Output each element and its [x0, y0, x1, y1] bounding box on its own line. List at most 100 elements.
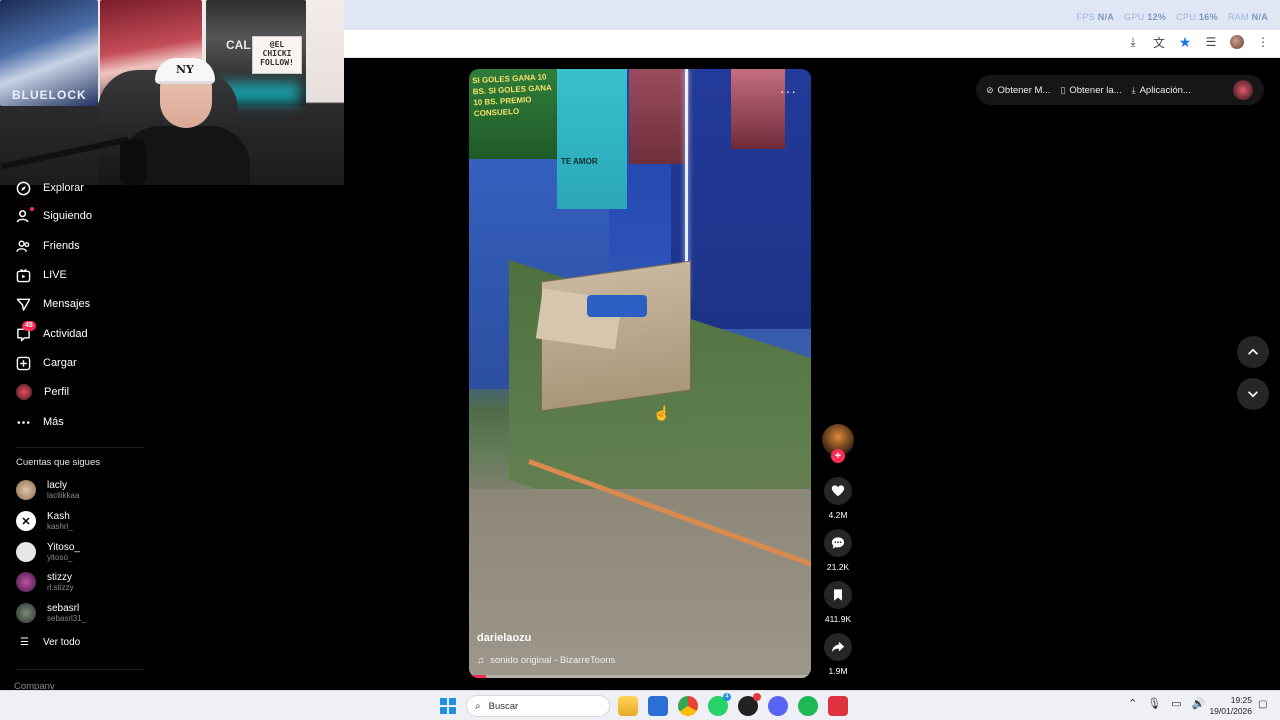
- video-scene-box-content: [587, 295, 647, 317]
- sidebar-item-perfil[interactable]: Perfil: [16, 381, 69, 403]
- app-icon[interactable]: [828, 696, 848, 716]
- following-item-yitoso[interactable]: Yitoso_ yitoso_: [16, 539, 80, 565]
- clock-time: 19:25: [1230, 695, 1252, 705]
- following-name: stizzy: [47, 572, 72, 583]
- video-author[interactable]: darielaozu: [477, 632, 531, 644]
- towel-text: TE AMOR: [561, 157, 598, 166]
- notification-dot: [30, 206, 34, 211]
- get-m-button[interactable]: ⊘ Obtener M...: [986, 85, 1050, 96]
- following-name: lacly: [47, 480, 68, 491]
- following-item-stizzy[interactable]: stizzy rl.stizzy: [16, 569, 74, 595]
- sidebar-item-siguiendo[interactable]: Siguiendo: [16, 205, 92, 227]
- bookmark-star-icon[interactable]: ★: [1178, 34, 1192, 50]
- heart-icon: [831, 485, 845, 497]
- sidebar-item-label: Perfil: [44, 386, 70, 398]
- next-video-button[interactable]: [1237, 378, 1269, 410]
- profile-avatar: [16, 384, 32, 400]
- store-icon[interactable]: [648, 696, 668, 716]
- comment-button[interactable]: [824, 529, 852, 557]
- app-button[interactable]: ⤓ Aplicación...: [1132, 85, 1191, 96]
- following-handle: rl.stizzy: [47, 583, 74, 592]
- upload-icon: [16, 356, 31, 371]
- messages-icon: [16, 297, 31, 312]
- follow-plus-icon[interactable]: +: [831, 449, 845, 463]
- get-la-button[interactable]: ▯ Obtener la...: [1060, 85, 1121, 96]
- activity-badge: 45: [22, 320, 36, 331]
- banner-text: SI GOLES GANA 10 BS. SI GOLES GANA 10 BS…: [471, 72, 552, 119]
- see-all-link[interactable]: ☰ Ver todo: [20, 637, 80, 648]
- profile-avatar-icon[interactable]: [1230, 35, 1244, 49]
- previous-video-button[interactable]: [1237, 336, 1269, 368]
- chevron-up-icon[interactable]: ⌃: [1128, 697, 1137, 710]
- video-music[interactable]: ♫ sonido original - BizarreToons: [477, 655, 615, 666]
- sidebar-item-explorar[interactable]: Explorar: [16, 177, 84, 199]
- reading-list-icon[interactable]: ☰: [1204, 35, 1218, 49]
- video-more-icon[interactable]: ···: [780, 83, 797, 99]
- share-count: 1.9M: [828, 666, 848, 676]
- sidebar-item-mas[interactable]: Más: [16, 411, 64, 433]
- following-item-sebasrl[interactable]: sebasrl sebasrl31_: [16, 600, 86, 626]
- taskbar-search[interactable]: ⌕ Buscar: [466, 695, 610, 717]
- sidebar-item-actividad[interactable]: 45 Actividad: [16, 320, 88, 345]
- screen: FPS N/A GPU 12% CPU 16% RAM N/A ⤓ 文 ★ ☰ …: [0, 0, 1280, 720]
- microphone-icon[interactable]: 🎙: [1147, 697, 1161, 710]
- sidebar-divider: [16, 669, 144, 670]
- following-handle: lacliikkaa: [47, 491, 80, 500]
- save-button[interactable]: [824, 581, 852, 609]
- notification-icon[interactable]: ▢: [1258, 699, 1267, 710]
- following-name: Yitoso_: [47, 542, 80, 553]
- sidebar-item-friends[interactable]: Friends: [16, 235, 80, 257]
- search-icon: ⌕: [475, 700, 481, 712]
- install-app-icon[interactable]: ⤓: [1126, 35, 1140, 49]
- spotify-icon[interactable]: [798, 696, 818, 716]
- chrome-icon[interactable]: [678, 696, 698, 716]
- sidebar-item-mensajes[interactable]: Mensajes: [16, 293, 90, 315]
- like-button[interactable]: [824, 477, 852, 505]
- list-icon: ☰: [20, 637, 29, 648]
- taskbar-search-placeholder: Buscar: [488, 700, 519, 712]
- avatar: [16, 603, 36, 623]
- activity-icon: 45: [16, 320, 36, 342]
- webcam-overlay: BLUELOCK CAL @EL CHICKI FOLLOW! NY: [0, 0, 344, 185]
- bookmark-icon: [834, 589, 842, 601]
- discord-icon[interactable]: [768, 696, 788, 716]
- clock[interactable]: 19:25 19/01/2026: [1206, 695, 1252, 717]
- sidebar-item-live[interactable]: LIVE: [16, 264, 67, 286]
- app-label: Aplicación...: [1139, 84, 1191, 96]
- clock-date: 19/01/2026: [1209, 706, 1252, 716]
- cap-logo: NY: [176, 63, 194, 76]
- sidebar-item-cargar[interactable]: Cargar: [16, 352, 77, 374]
- microphone: [120, 140, 146, 185]
- share-icon: [831, 641, 845, 653]
- video-player[interactable]: SI GOLES GANA 10 BS. SI GOLES GANA 10 BS…: [469, 69, 811, 678]
- share-button[interactable]: [824, 633, 852, 661]
- wall-sticker: @EL CHICKI FOLLOW!: [252, 36, 302, 74]
- performance-overlay: FPS N/A GPU 12% CPU 16% RAM N/A: [1076, 12, 1268, 22]
- sidebar-item-label: Cargar: [43, 357, 77, 369]
- gpu-value: 12%: [1147, 12, 1167, 22]
- chevron-down-icon: [1248, 391, 1258, 398]
- following-handle: yitoso_: [47, 553, 73, 562]
- sidebar-item-label: Más: [43, 416, 64, 428]
- download-icon: ⤓: [1131, 84, 1136, 95]
- sidebar: Explorar Siguiendo Friends LIVE Mensajes…: [0, 181, 160, 692]
- user-avatar[interactable]: [1233, 80, 1253, 100]
- following-item-lacly[interactable]: lacly lacliikkaa: [16, 477, 79, 503]
- translate-icon[interactable]: 文: [1152, 35, 1166, 50]
- cpu-label: CPU: [1176, 12, 1197, 22]
- avatar: [16, 542, 36, 562]
- menu-kebab-icon[interactable]: ⋮: [1256, 35, 1270, 49]
- file-explorer-icon[interactable]: [618, 696, 638, 716]
- coin-icon: ⊘: [986, 84, 994, 95]
- windows-start-icon[interactable]: [440, 698, 456, 714]
- network-icon[interactable]: ▭: [1171, 697, 1181, 710]
- following-item-kash[interactable]: ✕ Kash kashrl_: [16, 508, 73, 534]
- whatsapp-icon[interactable]: 4: [708, 693, 731, 716]
- save-count: 411.9K: [824, 614, 852, 624]
- obs-icon[interactable]: [738, 693, 761, 716]
- whatsapp-badge: 4: [723, 693, 731, 701]
- volume-icon[interactable]: 🔊: [1192, 697, 1206, 710]
- video-music-label: sonido original - BizarreToons: [490, 655, 616, 666]
- live-icon: [16, 268, 31, 283]
- video-progress-track[interactable]: [469, 675, 811, 678]
